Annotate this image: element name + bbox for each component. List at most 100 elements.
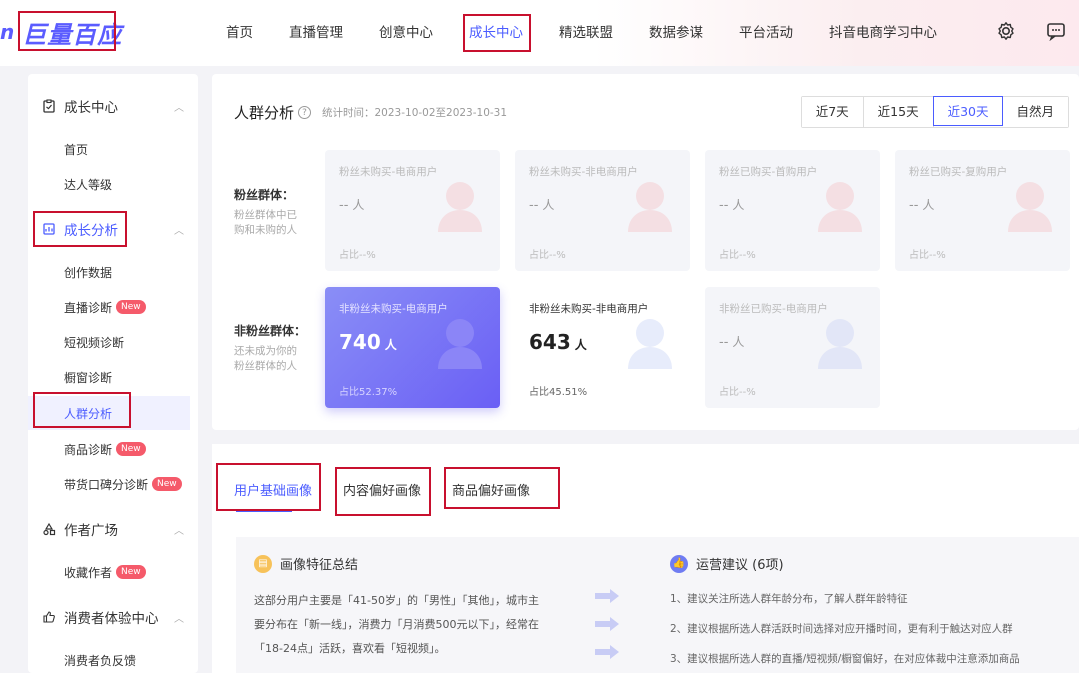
user-deco-icon — [818, 319, 862, 369]
range-selector: 近7天 近15天 近30天 自然月 — [800, 96, 1069, 128]
card-fan-bought-repeat[interactable]: 粉丝已购买-复购用户 -- 人 占比--% — [895, 150, 1070, 271]
thumbs-up-icon — [43, 611, 55, 623]
tab-user-basic-portrait[interactable]: 用户基础画像 — [234, 480, 312, 499]
sidebar-group-consumer-experience[interactable]: 消费者体验中心 ︿ — [28, 600, 198, 634]
sidebar-group-label: 成长分析 — [64, 223, 118, 239]
card-nonfan-unbought-ecom[interactable]: 非粉丝未购买-电商用户 740 人 占比52.37% — [325, 287, 500, 408]
range-7-days[interactable]: 近7天 — [801, 97, 864, 127]
sidebar-item-video-diagnosis[interactable]: 短视频诊断 — [28, 325, 190, 359]
card-nonfan-bought-ecom[interactable]: 非粉丝已购买-电商用户 -- 人 占比--% — [705, 287, 880, 408]
highlight-box-brand — [18, 11, 116, 51]
user-deco-icon — [628, 319, 672, 369]
card-value: -- 人 — [719, 335, 745, 350]
card-percent: 占比--% — [529, 250, 566, 261]
settings-icon[interactable] — [993, 18, 1019, 44]
nav-data-advisor[interactable]: 数据参谋 — [649, 20, 703, 46]
nav-creative-center[interactable]: 创意中心 — [379, 20, 433, 46]
card-value: -- 人 — [339, 198, 365, 213]
sidebar-item-product-diagnosis[interactable]: 商品诊断 New — [28, 432, 190, 466]
sidebar-item-label: 直播诊断 — [64, 300, 113, 315]
card-title: 粉丝已购买-复购用户 — [909, 166, 1008, 178]
chevron-up-icon: ︿ — [174, 102, 184, 114]
top-bar: n 巨量百应 首页 直播管理 创意中心 成长中心 精选联盟 数据参谋 平台活动 … — [0, 0, 1079, 66]
sidebar-group-growth-analysis[interactable]: 成长分析 ︿ — [28, 212, 198, 246]
chevron-up-icon: ︿ — [174, 225, 184, 237]
advice-title: 运营建议 (6项) — [696, 558, 784, 573]
user-deco-icon — [438, 182, 482, 232]
sidebar-item-talent-level[interactable]: 达人等级 — [28, 167, 190, 201]
card-nonfan-unbought-nonecom[interactable]: 非粉丝未购买-非电商用户 643 人 占比45.51% — [515, 287, 690, 408]
page-title: 人群分析 ? — [234, 102, 312, 123]
user-deco-icon — [438, 319, 482, 369]
new-badge: New — [116, 300, 146, 314]
help-icon[interactable]: ? — [298, 106, 312, 119]
nav-platform-activities[interactable]: 平台活动 — [739, 20, 793, 46]
stat-time: 统计时间：2023-10-02至2023-10-31 — [322, 107, 508, 119]
sidebar-group-growth-center[interactable]: 成长中心 ︿ — [28, 89, 198, 123]
range-natural-month[interactable]: 自然月 — [1002, 97, 1068, 127]
clipboard-icon — [43, 99, 55, 113]
user-deco-icon — [818, 182, 862, 232]
user-deco-icon — [1008, 182, 1052, 232]
sidebar-item-label: 收藏作者 — [64, 565, 113, 580]
card-percent: 占比--% — [339, 250, 376, 261]
card-value: -- 人 — [529, 198, 555, 213]
summary-title: 画像特征总结 — [280, 558, 359, 573]
nav-growth-center[interactable]: 成长中心 — [463, 14, 531, 52]
nav-home[interactable]: 首页 — [226, 20, 253, 46]
card-fan-unbought-nonecom[interactable]: 粉丝未购买-非电商用户 -- 人 占比--% — [515, 150, 690, 271]
summary-text: 这部分用户主要是「41-50岁」的「男性」「其他」，城市主要分布在「新一线」，消… — [254, 594, 539, 655]
sidebar-group-author-square[interactable]: 作者广场 ︿ — [28, 512, 198, 546]
tab-content-preference[interactable]: 内容偏好画像 — [343, 480, 421, 499]
card-percent: 占比--% — [719, 387, 756, 398]
range-15-days[interactable]: 近15天 — [863, 97, 934, 127]
sidebar-item-label: 带货口碑分诊断 — [64, 477, 149, 492]
audience-panel: 人群分析 ? 统计时间：2023-10-02至2023-10-31 近7天 近1… — [212, 74, 1079, 430]
message-icon[interactable] — [1043, 18, 1069, 44]
nonfan-group-desc: 还未成为你的粉丝群体的人 — [234, 345, 297, 372]
nav-live-management[interactable]: 直播管理 — [289, 20, 343, 46]
user-deco-icon — [628, 182, 672, 232]
card-value: 643 人 — [529, 330, 587, 354]
sidebar-item-window-diagnosis[interactable]: 橱窗诊断 — [28, 360, 190, 394]
advice-item: 3、建议根据所选人群的直播/短视频/橱窗偏好，在对应体裁中注意添加商品 — [670, 653, 1020, 665]
new-badge: New — [116, 442, 146, 456]
card-value: -- 人 — [909, 198, 935, 213]
sidebar-item-creation-data[interactable]: 创作数据 — [28, 255, 190, 289]
range-30-days[interactable]: 近30天 — [932, 96, 1004, 126]
new-badge: New — [152, 477, 182, 491]
card-title: 粉丝未购买-电商用户 — [339, 166, 438, 178]
portrait-summary-box: ▤ 画像特征总结 这部分用户主要是「41-50岁」的「男性」「其他」，城市主要分… — [236, 537, 1079, 673]
page-title-text: 人群分析 — [234, 104, 295, 122]
sidebar-group-label: 成长中心 — [64, 100, 118, 116]
sidebar: 成长中心 ︿ 首页 达人等级 成长分析 ︿ 创作数据 直播诊断 New 短视频诊… — [28, 74, 198, 673]
nav-selection-alliance[interactable]: 精选联盟 — [559, 20, 613, 46]
sidebar-item-label: 商品诊断 — [64, 442, 113, 457]
chevron-up-icon: ︿ — [174, 613, 184, 625]
arrow-right-icon — [595, 589, 619, 603]
nonfan-group-label: 非粉丝群体： — [234, 324, 307, 338]
triangle-shapes-icon — [43, 522, 56, 536]
card-percent: 占比45.51% — [529, 387, 588, 398]
active-tab-indicator — [236, 510, 292, 512]
sidebar-item-reputation-diagnosis[interactable]: 带货口碑分诊断 New — [28, 467, 190, 501]
arrow-right-icon — [595, 617, 619, 631]
advice-header: 👍 运营建议 (6项) — [670, 554, 784, 573]
card-percent: 占比--% — [719, 250, 756, 261]
brand-prefix: n — [0, 20, 15, 44]
card-value: 740 人 — [339, 330, 397, 354]
tab-product-preference[interactable]: 商品偏好画像 — [452, 480, 530, 499]
sidebar-item-home[interactable]: 首页 — [28, 132, 190, 166]
main-nav: 首页 直播管理 创意中心 成长中心 精选联盟 数据参谋 平台活动 抖音电商学习中… — [226, 14, 973, 52]
sidebar-item-favorite-authors[interactable]: 收藏作者 New — [28, 555, 190, 589]
advice-item: 1、建议关注所选人群年龄分布，了解人群年龄特征 — [670, 593, 908, 605]
nav-learning-center[interactable]: 抖音电商学习中心 — [829, 20, 937, 46]
card-fan-bought-first[interactable]: 粉丝已购买-首购用户 -- 人 占比--% — [705, 150, 880, 271]
advice-item: 2、建议根据所选人群活跃时间选择对应开播时间，更有利于触达对应人群 — [670, 623, 1013, 635]
sidebar-item-live-diagnosis[interactable]: 直播诊断 New — [28, 290, 190, 324]
card-fan-unbought-ecom[interactable]: 粉丝未购买-电商用户 -- 人 占比--% — [325, 150, 500, 271]
fan-group-label: 粉丝群体： — [234, 188, 295, 202]
sidebar-item-audience-analysis[interactable]: 人群分析 — [28, 396, 190, 430]
sidebar-item-negative-feedback[interactable]: 消费者负反馈 — [28, 643, 190, 673]
new-badge: New — [116, 565, 146, 579]
